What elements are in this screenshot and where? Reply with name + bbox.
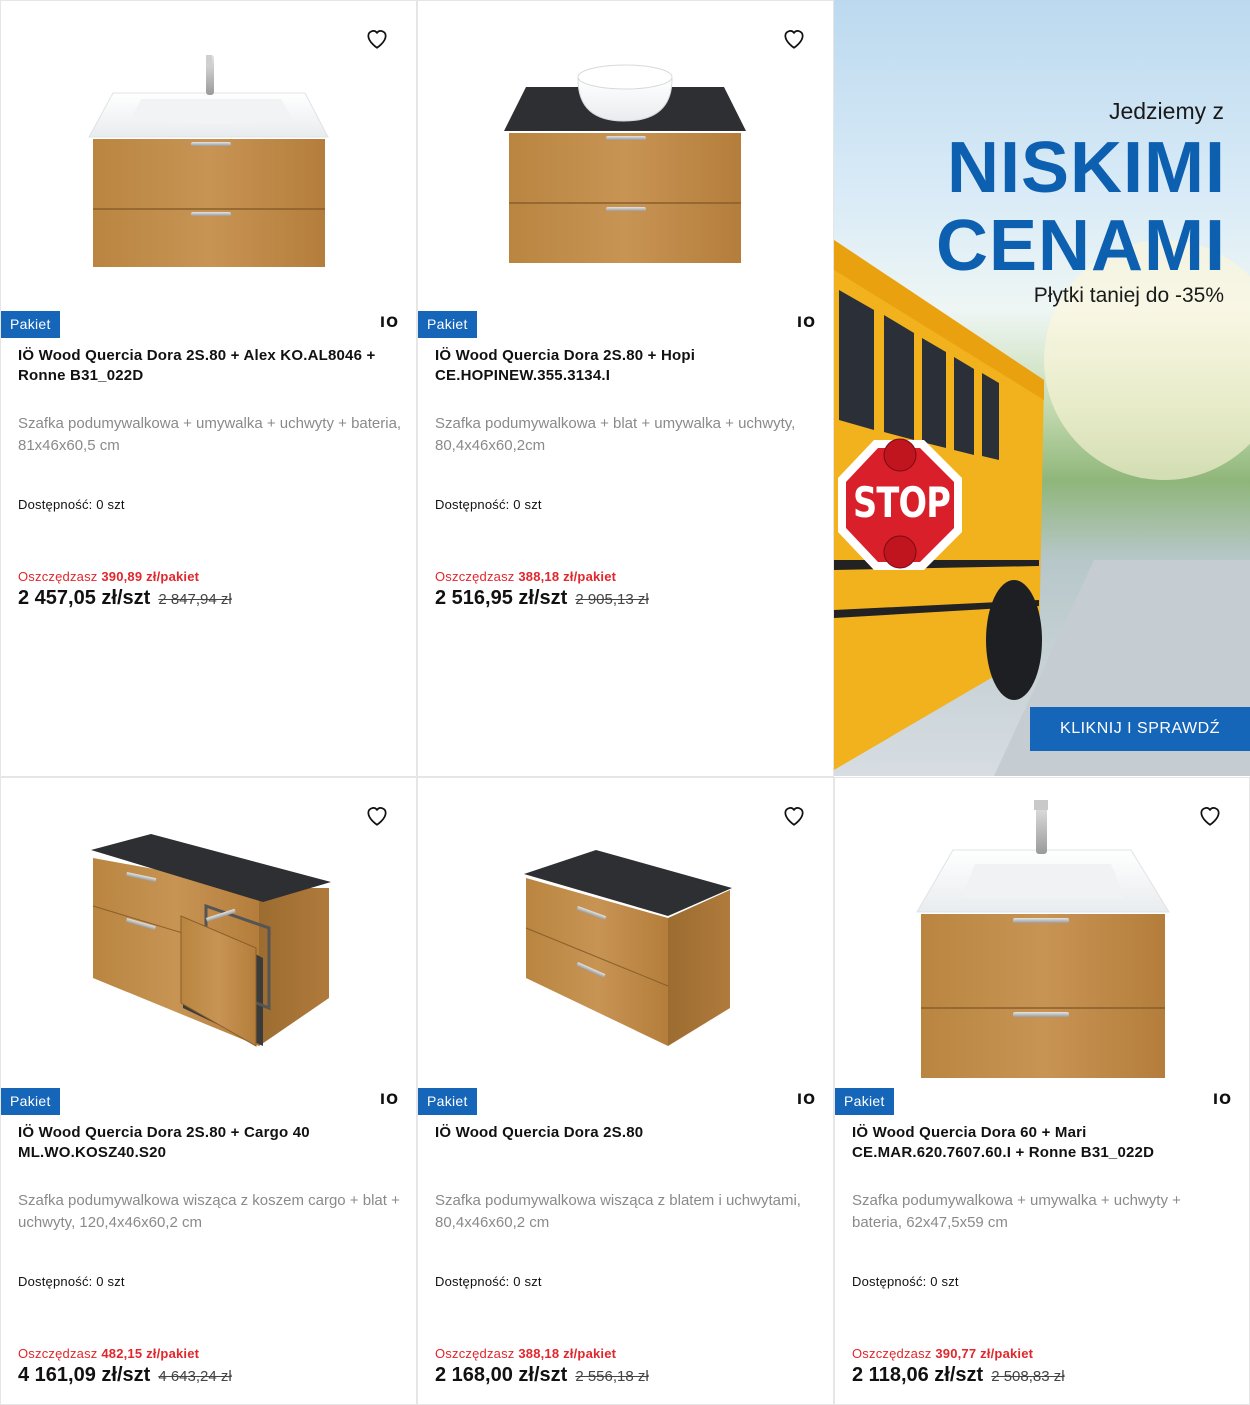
availability: Dostępność: 0 szt: [18, 1274, 125, 1289]
product-description: Szafka podumywalkowa wisząca z blatem i …: [435, 1192, 801, 1231]
banner-cta-button[interactable]: KLIKNIJ I SPRAWDŹ: [1030, 707, 1250, 751]
brand-logo: IO: [1212, 1092, 1232, 1108]
savings-label: Oszczędzasz: [852, 1346, 932, 1361]
stop-sign-label: STOP: [853, 478, 951, 527]
product-description: Szafka podumywalkowa wisząca z koszem ca…: [18, 1192, 400, 1231]
package-badge: Pakiet: [418, 311, 477, 338]
product-description: Szafka podumywalkowa + blat + umywalka +…: [435, 415, 796, 454]
package-badge: Pakiet: [835, 1088, 894, 1115]
old-price: 2 847,94 zł: [158, 591, 232, 608]
product-card[interactable]: Pakiet IO IÖ Wood Quercia Dora 2S.80 + A…: [0, 0, 417, 777]
product-card[interactable]: Pakiet IO IÖ Wood Quercia Dora 60 + Mari…: [834, 777, 1250, 1405]
price-row: 2 516,95 zł/szt 2 905,13 zł: [435, 587, 649, 610]
old-price: 2 508,83 zł: [991, 1368, 1065, 1385]
price-row: 2 118,06 zł/szt 2 508,83 zł: [852, 1364, 1065, 1387]
heart-icon[interactable]: [781, 25, 807, 51]
product-card[interactable]: Pakiet IO IÖ Wood Quercia Dora 2S.80 + C…: [0, 777, 417, 1405]
savings: Oszczędzasz 482,15 zł/pakiet: [18, 1346, 199, 1361]
old-price: 2 905,13 zł: [575, 591, 649, 608]
brand-logo: IO: [796, 315, 816, 331]
banner-subtext: Płytki taniej do -35%: [1033, 284, 1224, 307]
heart-icon[interactable]: [364, 25, 390, 51]
availability: Dostępność: 0 szt: [852, 1274, 959, 1289]
savings-value: 388,18 zł/pakiet: [518, 569, 617, 584]
vanity-with-sink-icon[interactable]: [1, 1, 416, 301]
availability: Dostępność: 0 szt: [18, 497, 125, 512]
package-badge: Pakiet: [418, 1088, 477, 1115]
product-title[interactable]: IÖ Wood Quercia Dora 60 + Mari CE.MAR.62…: [852, 1123, 1235, 1163]
vanity-with-top-icon[interactable]: [418, 778, 833, 1078]
old-price: 4 643,24 zł: [158, 1368, 232, 1385]
savings-value: 482,15 zł/pakiet: [101, 1346, 200, 1361]
availability: Dostępność: 0 szt: [435, 1274, 542, 1289]
savings: Oszczędzasz 388,18 zł/pakiet: [435, 569, 616, 584]
price-row: 2 457,05 zł/szt 2 847,94 zł: [18, 587, 232, 610]
heart-icon[interactable]: [364, 802, 390, 828]
price: 4 161,09 zł/szt: [18, 1364, 151, 1386]
product-card[interactable]: Pakiet IO IÖ Wood Quercia Dora 2S.80 + H…: [417, 0, 834, 777]
product-title[interactable]: IÖ Wood Quercia Dora 2S.80 + Alex KO.AL8…: [18, 346, 402, 386]
product-card[interactable]: Pakiet IO IÖ Wood Quercia Dora 2S.80 Sza…: [417, 777, 834, 1405]
savings-label: Oszczędzasz: [18, 1346, 98, 1361]
savings-label: Oszczędzasz: [18, 569, 98, 584]
heart-icon[interactable]: [781, 802, 807, 828]
price: 2 118,06 zł/szt: [852, 1364, 984, 1386]
product-description: Szafka podumywalkowa + umywalka + uchwyt…: [18, 415, 402, 454]
banner-heading-line1: NISKIMI: [946, 128, 1226, 208]
price: 2 457,05 zł/szt: [18, 587, 151, 609]
price: 2 168,00 zł/szt: [435, 1364, 568, 1386]
savings: Oszczędzasz 390,77 zł/pakiet: [852, 1346, 1033, 1361]
product-title[interactable]: IÖ Wood Quercia Dora 2S.80 + Hopi CE.HOP…: [435, 346, 819, 386]
vanity-with-cargo-icon[interactable]: [1, 778, 416, 1078]
savings-value: 390,77 zł/pakiet: [935, 1346, 1034, 1361]
savings-label: Oszczędzasz: [435, 1346, 515, 1361]
promo-banner[interactable]: STOP Jedziemy z NISKIMI CENAMI Płytki ta…: [834, 0, 1250, 776]
package-badge: Pakiet: [1, 311, 60, 338]
price-row: 4 161,09 zł/szt 4 643,24 zł: [18, 1364, 232, 1387]
banner-heading-line2: CENAMI: [936, 206, 1226, 286]
price: 2 516,95 zł/szt: [435, 587, 568, 609]
vanity-narrow-with-sink-icon[interactable]: [835, 778, 1249, 1080]
heart-icon[interactable]: [1197, 802, 1223, 828]
brand-logo: IO: [796, 1092, 816, 1108]
package-badge: Pakiet: [1, 1088, 60, 1115]
savings: Oszczędzasz 390,89 zł/pakiet: [18, 569, 199, 584]
vanity-with-bowl-icon[interactable]: [418, 1, 833, 301]
brand-logo: IO: [379, 315, 399, 331]
savings-value: 390,89 zł/pakiet: [101, 569, 200, 584]
savings: Oszczędzasz 388,18 zł/pakiet: [435, 1346, 616, 1361]
product-description: Szafka podumywalkowa + umywalka + uchwyt…: [852, 1192, 1181, 1231]
brand-logo: IO: [379, 1092, 399, 1108]
old-price: 2 556,18 zł: [575, 1368, 649, 1385]
availability: Dostępność: 0 szt: [435, 497, 542, 512]
price-row: 2 168,00 zł/szt 2 556,18 zł: [435, 1364, 649, 1387]
product-title[interactable]: IÖ Wood Quercia Dora 2S.80 + Cargo 40 ML…: [18, 1123, 402, 1163]
savings-label: Oszczędzasz: [435, 569, 515, 584]
savings-value: 388,18 zł/pakiet: [518, 1346, 617, 1361]
banner-tagline: Jedziemy z: [1108, 98, 1224, 124]
product-title[interactable]: IÖ Wood Quercia Dora 2S.80: [435, 1123, 819, 1143]
